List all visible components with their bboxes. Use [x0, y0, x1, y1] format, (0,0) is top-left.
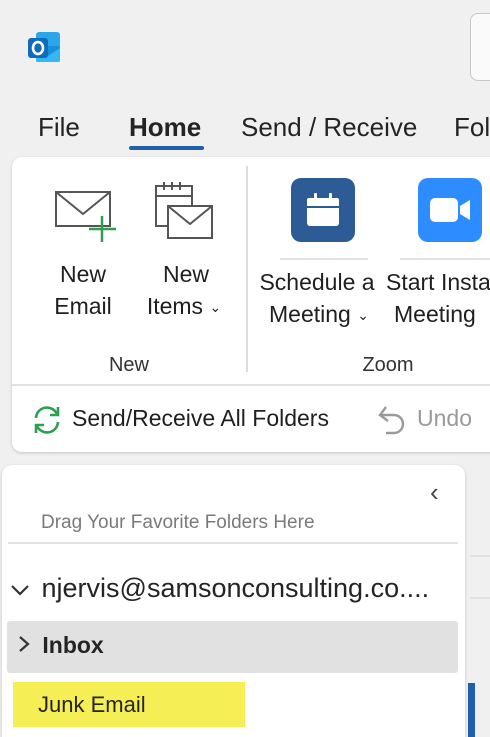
tab-folder[interactable]: Fol [454, 112, 490, 143]
calendar-envelope-icon [154, 182, 214, 247]
ribbon-group-label-zoom: Zoom [362, 354, 414, 376]
ribbon-group-label-new: New [108, 354, 149, 376]
sync-arrows-icon [30, 403, 64, 442]
tab-file[interactable]: File [38, 112, 80, 143]
undo-icon [376, 403, 410, 442]
start-instant-label-line2: Meeting [394, 301, 476, 327]
collapse-pane-icon[interactable]: ‹ [430, 477, 439, 508]
folder-junk-email[interactable]: Junk Email [38, 692, 146, 718]
envelope-plus-icon [54, 182, 118, 247]
new-items-label-text: Items [146, 293, 204, 319]
schedule-meeting-label-line2: Meeting ⌄ [256, 298, 382, 333]
new-items-label-line2: Items ⌄ [142, 290, 226, 325]
schedule-meeting-label-line1: Schedule a [259, 269, 375, 295]
send-receive-all-label: Send/Receive All Folders [72, 405, 329, 431]
undo-button[interactable]: Undo [376, 402, 490, 438]
tab-home[interactable]: Home [129, 112, 201, 143]
new-items-button[interactable]: New Items ⌄ [140, 180, 232, 320]
outlook-logo-icon [26, 30, 62, 66]
tab-send-receive[interactable]: Send / Receive [241, 112, 417, 143]
button-separator [280, 258, 368, 260]
start-instant-meeting-button[interactable]: Start Insta Meeting [386, 176, 490, 336]
search-box[interactable] [470, 13, 490, 81]
folder-inbox[interactable]: Inbox [18, 632, 104, 659]
folder-inbox-label: Inbox [42, 632, 104, 658]
favorites-divider [8, 542, 458, 544]
new-email-label-line1: New [59, 261, 106, 287]
account-header[interactable]: njervis@samsonconsulting.co.... [10, 573, 429, 604]
zoom-camera-icon [418, 178, 482, 242]
favorites-drop-hint: Drag Your Favorite Folders Here [41, 512, 315, 533]
account-email: njervis@samsonconsulting.co.... [41, 573, 430, 603]
active-tab-indicator [129, 146, 204, 150]
ribbon-group-divider [246, 166, 248, 372]
schedule-meeting-label-text: Meeting [269, 301, 351, 327]
chevron-right-icon [18, 632, 36, 659]
new-email-button[interactable]: New Email [40, 180, 126, 320]
start-instant-label-line1: Start Insta [386, 269, 490, 295]
zoom-calendar-icon [291, 178, 355, 242]
new-email-label-line2: Email [54, 293, 112, 319]
new-items-label-line1: New [162, 261, 209, 287]
chevron-down-icon: ⌄ [209, 299, 222, 315]
ribbon-quickbar-divider [12, 384, 490, 386]
message-list-divider [470, 555, 490, 557]
message-list-divider [470, 597, 490, 599]
button-separator [400, 258, 490, 260]
chevron-down-icon [10, 573, 34, 604]
schedule-meeting-button[interactable]: Schedule a Meeting ⌄ [252, 176, 382, 336]
selected-message-indicator [468, 683, 475, 737]
undo-label: Undo [417, 405, 472, 431]
send-receive-all-button[interactable]: Send/Receive All Folders [30, 402, 340, 438]
chevron-down-icon: ⌄ [357, 307, 369, 323]
